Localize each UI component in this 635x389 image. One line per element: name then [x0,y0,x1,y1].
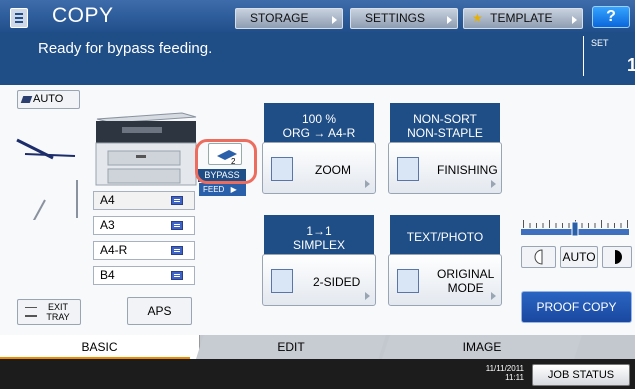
tray-b4[interactable]: B4 [93,266,195,285]
density-tick [568,223,570,228]
help-button[interactable]: ? [592,6,630,28]
tray-label: B4 [100,268,115,282]
template-button[interactable]: ★ TEMPLATE [463,8,583,29]
tray-icon [171,246,183,255]
arrow-right-icon [365,180,370,188]
tray-label: A4-R [100,243,128,257]
set-label: SET [591,38,609,48]
density-tick [549,220,550,228]
paper-tray-icon [20,96,33,103]
two-sided-label: 2-SIDED [313,275,361,289]
tray-icon [171,196,183,205]
date-time: 11/11/2011 11:11 [460,364,524,382]
paper-auto-label: AUTO [33,93,64,105]
density-auto-button[interactable]: AUTO [560,246,598,268]
tab-edit[interactable]: EDIT [196,335,386,359]
storage-button-label: STORAGE [250,11,309,25]
exit-tray-icon [25,307,37,317]
mode-title: COPY [52,4,114,27]
tray-icon [171,271,183,280]
status-message: Ready for bypass feeding. [38,40,213,57]
star-icon: ★ [472,11,483,25]
date: 11/11/2011 [485,364,524,373]
density-tick [620,223,622,228]
lighter-icon [534,249,543,265]
set-count: 1 [627,55,635,75]
bypass-feed-button[interactable]: FEED ▶ [199,183,246,196]
density-tick [607,223,609,228]
finishing-status: NON-SORT NON-STAPLE [390,103,500,147]
duplex-status: 1→1 SIMPLEX [264,215,374,259]
tray-a4[interactable]: A4 [93,191,195,210]
exit-tray-button[interactable]: EXIT TRAY [17,299,81,325]
time: 11:11 [505,373,524,382]
density-tick [555,223,557,228]
density-scale[interactable] [521,218,629,240]
arrow-right-icon [491,292,496,300]
density-tick [529,223,531,228]
copy-screen: COPY STORAGE SETTINGS ★ TEMPLATE ? Ready… [0,0,635,389]
two-sided-button[interactable]: 2-SIDED [262,254,376,306]
density-marker[interactable] [571,221,579,237]
arrow-right-icon [572,16,577,24]
template-button-label: TEMPLATE [490,11,553,25]
tray-label: A3 [100,218,115,232]
lighter-button[interactable] [521,246,556,268]
zoom-status: 100 % ORG → A4-R [264,103,374,147]
zoom-label: ZOOM [315,163,351,177]
arrow-right-icon [332,16,337,24]
exit-tray-label: EXIT TRAY [46,302,70,322]
density-tick [601,220,602,228]
two-sided-icon [271,269,293,293]
density-tick [542,223,544,228]
density-tick [581,223,583,228]
arrow-right-icon: ▶ [230,185,237,194]
paper-auto-button[interactable]: AUTO [17,90,80,109]
settings-button[interactable]: SETTINGS [350,8,458,29]
tray-a3[interactable]: A3 [93,216,195,235]
arrow-right-icon [447,16,452,24]
storage-button[interactable]: STORAGE [235,8,343,29]
proof-copy-button[interactable]: PROOF COPY [521,291,632,323]
darker-button[interactable] [602,246,632,268]
zoom-icon [271,157,293,181]
divider [583,36,584,76]
zoom-button[interactable]: ZOOM [262,142,376,194]
original-mode-button[interactable]: ORIGINAL MODE [388,254,502,306]
tray-label: A4 [100,193,115,207]
bypass-highlight-ring [195,139,257,184]
tab-basic[interactable]: BASIC [0,335,200,359]
job-status-button[interactable]: JOB STATUS [532,364,630,386]
aps-button[interactable]: APS [127,297,192,325]
settings-button-label: SETTINGS [365,11,426,25]
bypass-feed-label: FEED [203,185,225,194]
exit-tray-illustration [16,138,78,220]
tab-image[interactable]: IMAGE [382,335,582,359]
density-tick [562,223,563,228]
arrow-right-icon [365,292,370,300]
darker-icon [615,250,622,264]
copier-illustration [95,112,197,186]
finishing-button[interactable]: FINISHING [388,142,502,194]
arrow-right-icon [491,180,496,188]
finishing-icon [397,157,419,181]
density-tick [523,220,524,228]
copy-mode-icon [10,8,28,28]
original-mode-label: ORIGINAL MODE [437,267,495,295]
tray-a4-r[interactable]: A4-R [93,241,195,260]
original-mode-icon [397,269,419,293]
finishing-label: FINISHING [437,163,498,177]
tray-icon [171,221,183,230]
density-tick [588,223,589,228]
density-tick [594,223,596,228]
density-tick [614,223,615,228]
density-tick [627,220,628,228]
density-tick [536,223,537,228]
original-mode-status: TEXT/PHOTO [390,215,500,259]
